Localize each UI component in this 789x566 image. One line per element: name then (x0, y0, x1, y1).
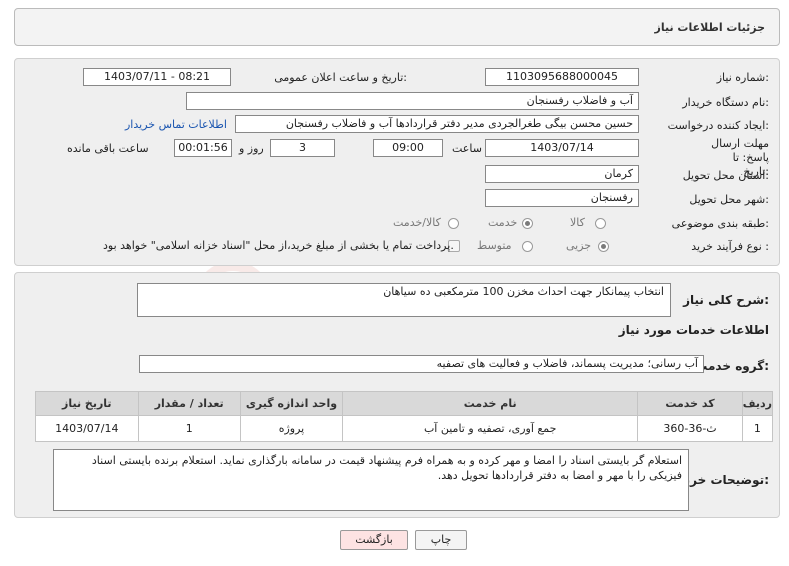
service-group-field: آب رسانی؛ مدیریت پسماند، فاضلاب و فعالیت… (139, 355, 704, 373)
remaining-time-field: 00:01:56 (174, 139, 232, 157)
summary-textarea: انتخاب پیمانکار جهت احداث مخزن 100 مترمک… (137, 283, 671, 317)
buyer-notes-textarea: استعلام گر بایستی اسناد را امضا و مهر کر… (53, 449, 689, 511)
services-table: تاریخ نیاز تعداد / مقدار واحد اندازه گیر… (35, 391, 774, 442)
category-option-goods-service: کالا/خدمت (393, 216, 441, 229)
buyer-org-label: نام دستگاه خریدار: (682, 96, 769, 109)
process-label: نوع فرآیند خرید : (691, 240, 769, 253)
table-header-row: تاریخ نیاز تعداد / مقدار واحد اندازه گیر… (35, 391, 774, 416)
contact-info-link[interactable]: اطلاعات تماس خریدار (125, 118, 227, 131)
cell-date: 1403/07/14 (35, 415, 139, 442)
process-option-medium: متوسط (477, 239, 512, 252)
deadline-time-label: ساعت (452, 142, 482, 155)
announce-label: تاریخ و ساعت اعلان عمومی: (274, 71, 407, 84)
requester-label: ایجاد کننده درخواست: (667, 119, 769, 132)
category-radio-goods-service[interactable] (448, 218, 459, 229)
category-option-service: خدمت (488, 216, 518, 229)
need-number-field: 1103095688000045 (485, 68, 639, 86)
cell-service-name: جمع آوری، تصفیه و تامین آب (342, 415, 639, 442)
process-option-minor: جزیی (566, 239, 592, 252)
services-section-title: اطلاعات خدمات مورد نیاز (618, 323, 769, 337)
col-service-name: نام خدمت (342, 391, 639, 416)
remaining-label: ساعت باقی مانده (67, 142, 149, 155)
city-label: شهر محل تحویل: (689, 193, 769, 206)
requester-field: حسین محسن بیگی طغرالجردی مدیر دفتر قرارد… (235, 115, 639, 133)
col-service-code: کد خدمت (637, 391, 743, 416)
deadline-time-field: 09:00 (373, 139, 443, 157)
city-field: رفسنجان (485, 189, 639, 207)
summary-label: شرح کلی نیاز: (683, 293, 769, 307)
needs-panel: شرح کلی نیاز: انتخاب پیمانکار جهت احداث … (14, 272, 780, 518)
payment-note: پرداخت تمام یا بخشی از مبلغ خرید،از محل … (103, 239, 454, 252)
page-header: جزئیات اطلاعات نیاز (14, 8, 780, 46)
cell-qty: 1 (137, 415, 241, 442)
category-radio-goods[interactable] (595, 218, 606, 229)
process-radio-medium[interactable] (522, 241, 533, 252)
cell-unit: پروژه (239, 415, 344, 442)
cell-row: 1 (741, 415, 774, 442)
category-label: طبقه بندی موضوعی: (671, 217, 769, 230)
process-radio-minor[interactable] (598, 241, 609, 252)
table-row: 1403/07/14 1 پروژه جمع آوری، تصفیه و تام… (35, 415, 774, 442)
need-number-label: شماره نیاز: (716, 71, 769, 84)
page-title: جزئیات اطلاعات نیاز (654, 21, 766, 34)
announce-field: 1403/07/11 - 08:21 (83, 68, 231, 86)
service-group-label: گروه خدمت: (695, 359, 769, 373)
days-field: 3 (270, 139, 335, 157)
col-qty: تعداد / مقدار (137, 391, 241, 416)
province-field: کرمان (485, 165, 639, 183)
back-button[interactable]: بازگشت (340, 530, 408, 550)
days-label: روز و (239, 142, 264, 155)
buyer-org-field: آب و فاضلاب رفسنجان (186, 92, 639, 110)
col-date: تاریخ نیاز (35, 391, 139, 416)
province-label: استان محل تحویل: (682, 169, 769, 182)
category-radio-service[interactable] (522, 218, 533, 229)
category-option-goods: کالا (570, 216, 585, 229)
cell-service-code: ث-36-360 (637, 415, 743, 442)
details-panel: شماره نیاز: 1103095688000045 تاریخ و ساع… (14, 58, 780, 266)
deadline-date-field: 1403/07/14 (485, 139, 639, 157)
col-unit: واحد اندازه گیری (239, 391, 344, 416)
col-row: ردیف (741, 391, 774, 416)
print-button[interactable]: چاپ (415, 530, 467, 550)
